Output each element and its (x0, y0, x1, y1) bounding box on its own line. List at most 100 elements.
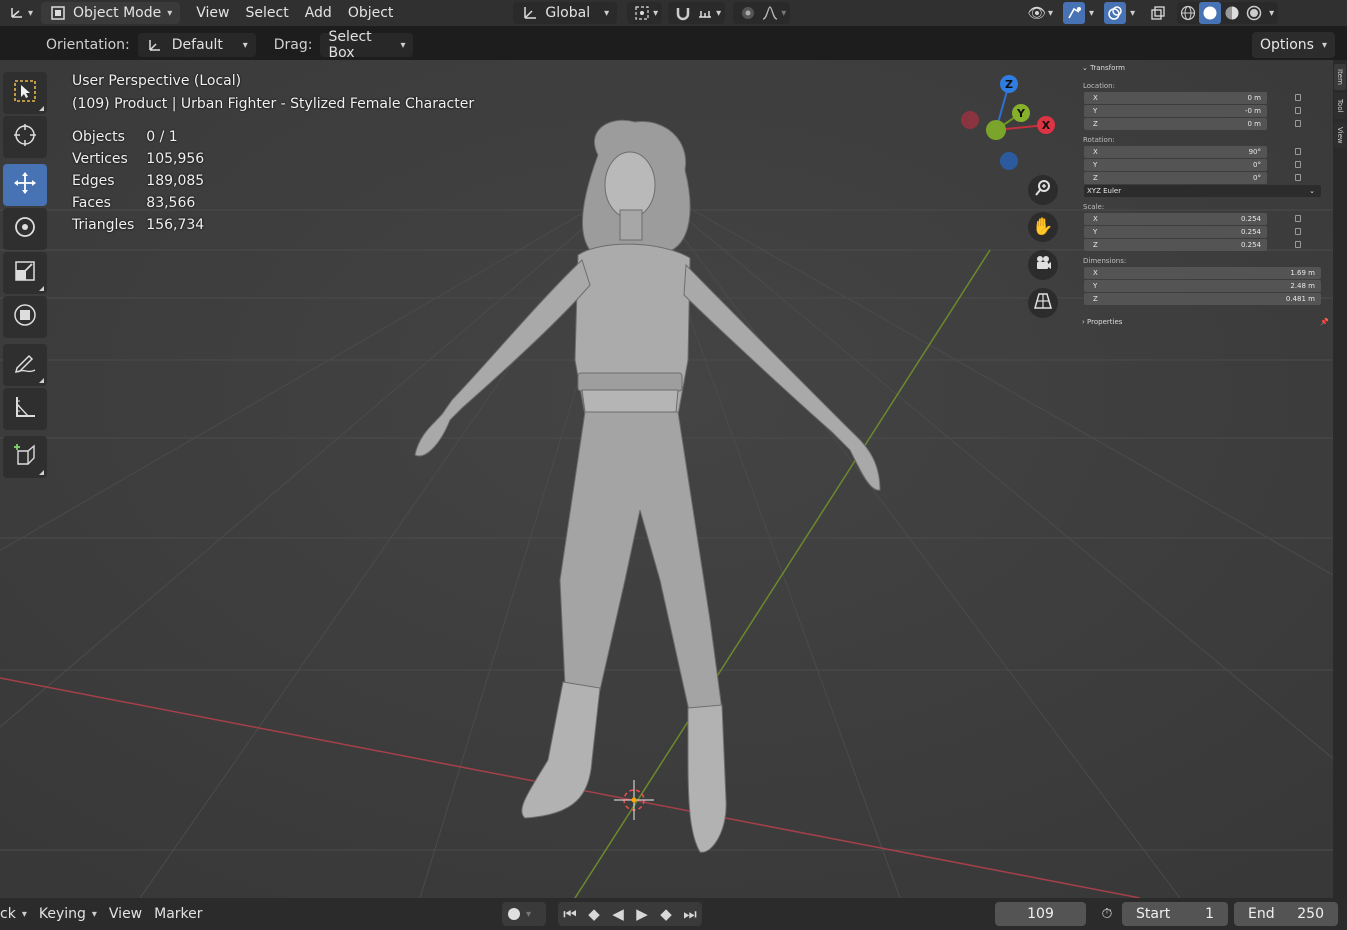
move-icon (12, 170, 38, 200)
visibility-dropdown[interactable]: 👁 ▾ (1024, 2, 1055, 24)
rotation-mode-dropdown[interactable]: XYZ Euler ⌄ (1084, 185, 1321, 197)
field-value: 0.254 (1240, 215, 1261, 223)
annotate-tool[interactable] (3, 344, 47, 386)
pivot-point-dropdown[interactable]: ▾ (627, 2, 663, 24)
location-x-field[interactable]: X 0 m (1084, 92, 1267, 104)
field-value: -0 m (1244, 107, 1261, 115)
mode-dropdown[interactable]: Object Mode ▾ (41, 2, 181, 24)
xray-toggle-button[interactable] (1145, 2, 1171, 24)
add-cube-tool[interactable] (3, 436, 47, 478)
tab-view[interactable]: View (1334, 122, 1346, 148)
pan-button[interactable]: ✋ (1028, 212, 1058, 242)
auto-keying-button[interactable]: ▾ (502, 902, 546, 926)
camera-view-button[interactable] (1028, 250, 1058, 280)
dimensions-y-field[interactable]: Y 2.48 m (1084, 280, 1321, 292)
jump-to-end-icon[interactable]: ⏭ (678, 902, 702, 926)
playback-menu[interactable]: ck ▾ (0, 902, 33, 926)
pin-icon[interactable]: 📌 (1320, 318, 1329, 326)
drag-setting-dropdown[interactable]: Select Box ▾ (320, 29, 414, 61)
location-y-field[interactable]: Y -0 m (1084, 105, 1267, 117)
select-box-icon (12, 78, 38, 108)
navigation-gizmo[interactable]: Z Y X (950, 70, 1060, 180)
gizmo-toggle-button[interactable]: ▾ (1061, 2, 1096, 24)
menu-object[interactable]: Object (340, 2, 402, 24)
chevron-down-icon: ▾ (400, 39, 406, 51)
transform-tool[interactable] (3, 296, 47, 338)
lock-icon[interactable] (1295, 241, 1301, 248)
material-preview-icon[interactable] (1221, 2, 1243, 24)
menu-view[interactable]: View (188, 2, 237, 24)
lock-icon[interactable] (1295, 174, 1301, 181)
rotation-x-field[interactable]: X 90° (1084, 146, 1267, 158)
rendered-shading-icon[interactable] (1243, 2, 1265, 24)
axis-label: Z (1093, 295, 1098, 303)
stat-row: Triangles 156,734 (72, 216, 216, 238)
jump-to-keyframe-forward-icon[interactable]: ◆ (654, 902, 678, 926)
measure-tool[interactable] (3, 388, 47, 430)
lock-icon[interactable] (1295, 107, 1301, 114)
field-value: 0° (1253, 174, 1261, 182)
end-frame-field[interactable]: End 250 (1234, 902, 1338, 926)
zoom-button[interactable] (1028, 175, 1058, 205)
dimensions-x-field[interactable]: X 1.69 m (1084, 267, 1321, 279)
rotation-z-field[interactable]: Z 0° (1084, 172, 1267, 184)
options-dropdown[interactable]: Options ▾ (1251, 32, 1335, 58)
orientation-setting-dropdown[interactable]: Default ▾ (137, 33, 256, 57)
start-frame-field[interactable]: Start 1 (1122, 902, 1228, 926)
menu-add[interactable]: Add (297, 2, 340, 24)
scale-tool[interactable] (3, 252, 47, 294)
menu-select[interactable]: Select (238, 2, 297, 24)
chevron-down-icon[interactable]: ▾ (1269, 8, 1274, 19)
jump-to-start-icon[interactable]: ⏮ (558, 902, 582, 926)
proportional-editing-dropdown[interactable]: ▾ (733, 2, 791, 24)
editor-type-button[interactable]: ▾ (0, 2, 37, 24)
lock-icon[interactable] (1295, 148, 1301, 155)
cursor-tool[interactable] (3, 116, 47, 158)
wireframe-shading-icon[interactable] (1177, 2, 1199, 24)
play-reverse-icon[interactable]: ◀ (606, 902, 630, 926)
play-icon[interactable]: ▶ (630, 902, 654, 926)
move-tool[interactable] (3, 164, 47, 206)
location-z-field[interactable]: Z 0 m (1084, 118, 1267, 130)
perspective-toggle-button[interactable] (1028, 288, 1058, 318)
keying-menu[interactable]: Keying ▾ (33, 902, 103, 926)
chevron-down-icon: ▾ (167, 7, 173, 19)
hand-icon: ✋ (1032, 217, 1054, 237)
jump-to-keyframe-back-icon[interactable]: ◆ (582, 902, 606, 926)
scale-y-field[interactable]: Y 0.254 (1084, 226, 1267, 238)
stat-label: Triangles (72, 217, 135, 233)
dimensions-z-field[interactable]: Z 0.481 m (1084, 293, 1321, 305)
timeline-view-menu[interactable]: View (103, 902, 148, 926)
scale-y-row: Y 0.254 (1076, 226, 1331, 239)
lock-icon[interactable] (1295, 120, 1301, 127)
playback-controls: ⏮ ◆ ◀ ▶ ◆ ⏭ (558, 902, 702, 926)
tab-tool[interactable]: Tool (1334, 93, 1346, 119)
lock-icon[interactable] (1295, 228, 1301, 235)
marker-menu[interactable]: Marker (148, 902, 208, 926)
current-frame-field[interactable]: 109 (995, 902, 1086, 926)
orientation-setting-icon (146, 37, 164, 53)
chevron-down-icon: ▾ (21, 908, 27, 920)
select-box-tool[interactable] (3, 72, 47, 114)
scale-z-field[interactable]: Z 0.254 (1084, 239, 1267, 251)
properties-panel-header[interactable]: › Properties 📌 (1082, 318, 1329, 326)
rotation-label: Rotation: (1083, 136, 1115, 144)
transform-panel-header[interactable]: ⌄ Transform (1082, 64, 1331, 72)
overlays-toggle-button[interactable]: ▾ (1102, 2, 1137, 24)
gizmo-x-label: X (1042, 119, 1051, 132)
lock-icon[interactable] (1295, 215, 1301, 222)
active-object-info: (109) Product | Urban Fighter - Stylized… (72, 96, 475, 112)
rotation-y-row: Y 0° (1076, 159, 1331, 172)
snap-dropdown[interactable]: ▾ (668, 2, 726, 24)
tab-item[interactable]: Item (1334, 64, 1346, 90)
stat-row: Edges 189,085 (72, 172, 216, 194)
solid-shading-icon[interactable] (1199, 2, 1222, 24)
scale-x-field[interactable]: X 0.254 (1084, 213, 1267, 225)
proportional-editing-icon (737, 2, 759, 24)
transform-orientation-dropdown[interactable]: Global ▾ (513, 2, 618, 24)
preview-range-button[interactable]: ⏱ (1094, 902, 1120, 926)
rotation-y-field[interactable]: Y 0° (1084, 159, 1267, 171)
lock-icon[interactable] (1295, 94, 1301, 101)
lock-icon[interactable] (1295, 161, 1301, 168)
rotate-tool[interactable] (3, 208, 47, 250)
